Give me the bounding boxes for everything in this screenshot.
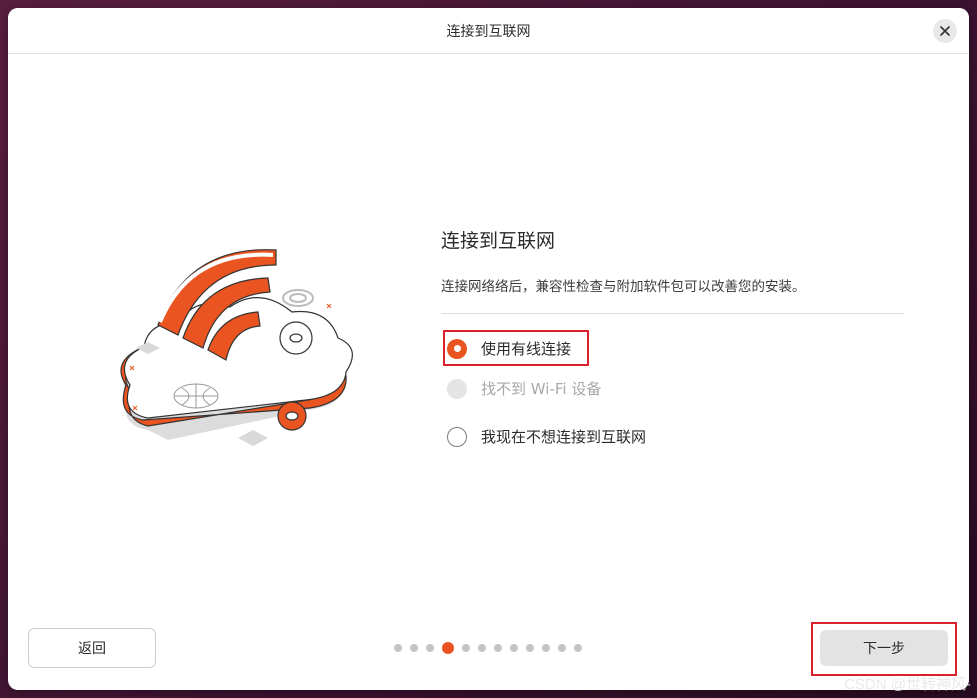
- option-wifi-label: 找不到 Wi-Fi 设备: [481, 380, 602, 398]
- back-button[interactable]: 返回: [28, 628, 156, 668]
- page-dot: [462, 644, 470, 652]
- watermark: CSDN @世转神风-: [844, 676, 971, 693]
- page-dot: [478, 644, 486, 652]
- page-indicator: [394, 642, 590, 654]
- page-description: 连接网络络后，兼容性检查与附加软件包可以改善您的安装。: [441, 279, 806, 295]
- close-button[interactable]: [933, 19, 957, 43]
- page-dot: [426, 644, 434, 652]
- page-heading: 连接到互联网: [441, 230, 556, 252]
- option-wifi: 找不到 Wi-Fi 设备: [447, 378, 601, 399]
- page-dot: [558, 644, 566, 652]
- window-title: 连接到互联网: [446, 23, 531, 40]
- network-illustration: [120, 249, 353, 446]
- page-dot: [574, 644, 582, 652]
- option-no-connection-label: 我现在不想连接到互联网: [481, 428, 647, 446]
- title-bar: 连接到互联网: [8, 8, 969, 54]
- annotation-box-next: [811, 622, 957, 676]
- globe-icon: [173, 383, 219, 409]
- page-dot: [526, 644, 534, 652]
- page-dot: [542, 644, 550, 652]
- target-icon: [282, 289, 314, 307]
- divider: [441, 313, 904, 314]
- annotation-box-option: [443, 330, 589, 366]
- installer-window: 连接到互联网 连接到互联网 连接网络络后，兼容性检查与附加软件包可以改善您的安装…: [8, 8, 969, 690]
- radio-no-connection[interactable]: [447, 426, 467, 447]
- page-dot: [494, 644, 502, 652]
- close-icon: [940, 26, 950, 36]
- page-dot-active: [442, 642, 454, 654]
- page-dot: [394, 644, 402, 652]
- radio-wifi: [447, 378, 467, 399]
- page-dot: [410, 644, 418, 652]
- diamond-deco: [238, 430, 268, 446]
- option-no-connection[interactable]: 我现在不想连接到互联网: [447, 426, 646, 447]
- main-content: 连接到互联网 连接网络络后，兼容性检查与附加软件包可以改善您的安装。: [441, 226, 904, 314]
- page-dot: [510, 644, 518, 652]
